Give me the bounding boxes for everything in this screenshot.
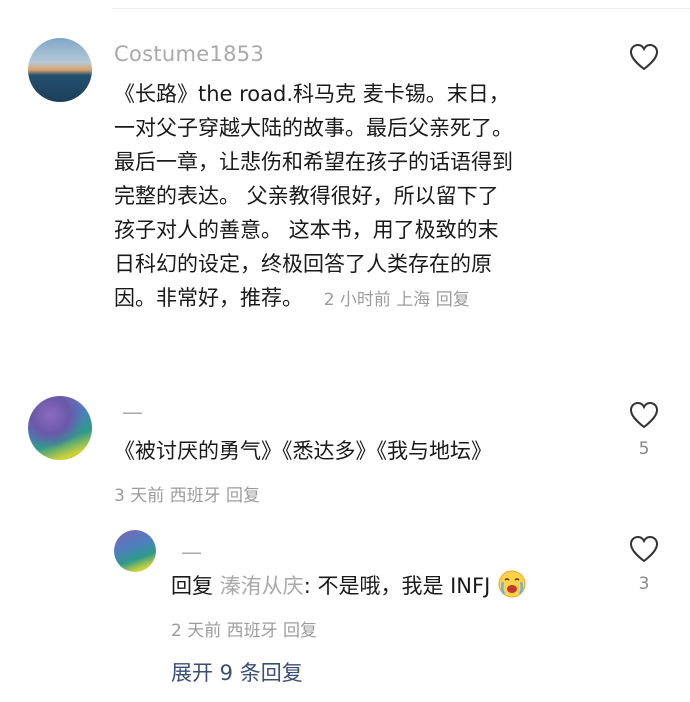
avatar[interactable] bbox=[28, 396, 92, 460]
reply-body: : 不是哦，我是 INFJ bbox=[303, 574, 491, 598]
like-heart-icon[interactable] bbox=[629, 535, 659, 563]
expand-replies-button[interactable]: 展开 9 条回复 bbox=[171, 657, 303, 687]
reply-to-name[interactable]: 溱洧从庆 bbox=[220, 574, 304, 598]
comment-line-last: 因。非常好，推荐。 2 小时前 上海 回复 bbox=[114, 281, 513, 317]
reply-prefix: 回复 bbox=[171, 574, 213, 598]
comment-username[interactable]: Costume1853 bbox=[114, 42, 264, 66]
comment-line: 完整的表达。 父亲教得很好，所以留下了 bbox=[114, 184, 499, 208]
comment-username[interactable]: — bbox=[122, 400, 143, 424]
comment-line: 孩子对人的善意。 这本书，用了极致的末 bbox=[114, 218, 499, 242]
reply-text: 回复 溱洧从庆: 不是哦，我是 INFJ bbox=[171, 569, 527, 603]
comment-line: 一对父子穿越大陆的故事。最后父亲死了。 bbox=[114, 116, 513, 140]
like-heart-icon[interactable] bbox=[629, 43, 659, 71]
comment-text: 《长路》the road.科马克 麦卡锡。末日， 一对父子穿越大陆的故事。最后父… bbox=[114, 77, 513, 317]
comment-text: 《被讨厌的勇气》《悉达多》《我与地坛》 bbox=[114, 439, 492, 463]
reply-username[interactable]: — bbox=[181, 540, 202, 564]
comment-line: 《长路》the road.科马克 麦卡锡。末日， bbox=[114, 82, 510, 106]
comment-meta[interactable]: 2 小时前 上海 回复 bbox=[324, 290, 470, 310]
comment-meta[interactable]: 3 天前 西班牙 回复 bbox=[114, 481, 260, 506]
like-count: 3 bbox=[638, 574, 650, 594]
comment-line: 最后一章，让悲伤和希望在孩子的话语得到 bbox=[114, 150, 513, 174]
comment-line: 因。非常好，推荐。 bbox=[114, 286, 303, 310]
reply-meta[interactable]: 2 天前 西班牙 回复 bbox=[171, 616, 317, 641]
divider bbox=[112, 8, 690, 9]
avatar[interactable] bbox=[114, 530, 156, 572]
like-count: 5 bbox=[638, 439, 650, 459]
crying-face-icon bbox=[498, 570, 526, 598]
avatar[interactable] bbox=[28, 38, 92, 102]
comment-line: 日科幻的设定，终极回答了人类存在的原 bbox=[114, 252, 492, 276]
like-heart-icon[interactable] bbox=[629, 401, 659, 429]
